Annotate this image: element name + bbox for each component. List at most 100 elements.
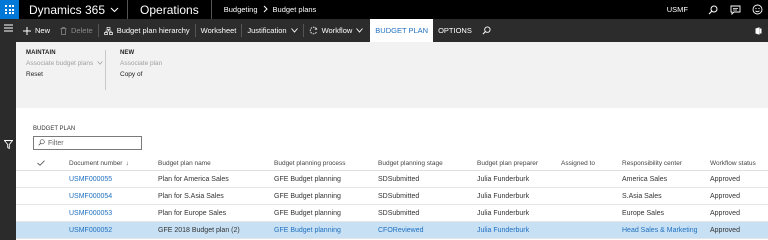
workflow-status-cell: Approved (710, 226, 740, 234)
workflow-icon (309, 26, 318, 35)
column-header-planning-process[interactable]: Budget planning process (274, 156, 346, 170)
maintain-group-title: MAINTAIN (26, 50, 56, 56)
workflow-status-cell: Approved (710, 192, 740, 200)
planning-stage-cell: SDSubmitted (378, 192, 420, 200)
new-group: NEW Associate plan Copy of (120, 50, 162, 82)
breadcrumb: Budgeting Budget plans (212, 5, 317, 15)
column-header-preparer[interactable]: Budget plan preparer (477, 156, 538, 170)
column-header-planning-stage[interactable]: Budget planning stage (378, 156, 443, 170)
responsibility-center-cell: America Sales (622, 175, 668, 183)
new-button[interactable]: New (16, 19, 55, 42)
ribbon-panel: MAINTAIN Associate budget plans Reset NE… (16, 42, 768, 108)
worksheet-button[interactable]: Worksheet (196, 19, 242, 42)
action-pane: New Delete Budget plan hierarchy Workshe… (16, 19, 768, 42)
justification-label: Justification (247, 26, 287, 35)
filter-icon[interactable] (0, 135, 16, 153)
planning-stage-cell: SDSubmitted (378, 175, 420, 183)
filter-input[interactable]: Filter (33, 136, 142, 150)
plan-name-cell: Plan for Europe Sales (158, 209, 227, 217)
planning-process-cell: GFE Budget planning (274, 226, 341, 234)
office-icon[interactable] (755, 26, 768, 35)
app-switcher[interactable]: Dynamics 365 (19, 0, 129, 19)
planning-stage-cell: CFOReviewed (378, 226, 424, 234)
responsibility-center-cell: Europe Sales (622, 209, 665, 217)
smiley-icon[interactable] (746, 0, 768, 19)
justification-menu-button[interactable]: Justification (242, 19, 302, 42)
filter-placeholder: Filter (48, 139, 64, 147)
plan-name-cell: Plan for America Sales (158, 175, 229, 183)
column-header-workflow-status[interactable]: Workflow status (710, 156, 756, 170)
chevron-down-icon (110, 5, 119, 15)
search-icon[interactable] (477, 19, 496, 42)
search-icon (38, 138, 45, 148)
breadcrumb-item-budget-plans[interactable]: Budget plans (273, 5, 317, 14)
sort-descending-icon: ↓ (125, 159, 129, 167)
planning-process-cell: GFE Budget planning (274, 192, 341, 200)
copy-of-button[interactable]: Copy of (120, 71, 162, 78)
chevron-down-icon (290, 28, 298, 33)
waffle-icon[interactable] (0, 0, 19, 19)
reset-button[interactable]: Reset (26, 71, 103, 78)
document-number-link[interactable]: USMF000053 (69, 205, 112, 221)
column-header-plan-name[interactable]: Budget plan name (158, 156, 211, 170)
new-button-label: New (35, 26, 51, 35)
module-name[interactable]: Operations (128, 0, 212, 19)
search-icon[interactable] (702, 0, 724, 19)
chevron-down-icon (97, 61, 103, 65)
tab-options-label: OPTIONS (438, 26, 472, 35)
trash-icon (60, 26, 67, 35)
preparer-cell: Julia Funderburk (477, 226, 530, 234)
plan-name-cell: GFE 2018 Budget plan (2) (158, 226, 240, 234)
plus-icon (23, 26, 31, 35)
planning-stage-cell: SDSubmitted (378, 209, 420, 217)
budget-plan-hierarchy-button[interactable]: Budget plan hierarchy (99, 19, 195, 42)
grid-header-row: Document number ↓ Budget plan name Budge… (16, 156, 768, 171)
worksheet-label: Worksheet (200, 26, 237, 35)
select-all-checkmark-icon[interactable] (34, 156, 48, 170)
section-label: BUDGET PLAN (33, 126, 76, 132)
group-divider (105, 50, 106, 90)
column-header-document-number[interactable]: Document number ↓ (69, 156, 129, 170)
chevron-right-icon (263, 5, 268, 15)
column-header-assigned-to[interactable]: Assigned to (561, 156, 595, 170)
chevron-down-icon (356, 28, 364, 33)
workflow-status-cell: Approved (710, 175, 740, 183)
message-icon[interactable] (724, 0, 746, 19)
table-row[interactable]: USMF000053 Plan for Europe Sales GFE Bud… (16, 205, 768, 222)
planning-process-cell: GFE Budget planning (274, 175, 341, 183)
preparer-cell: Julia Funderburk (477, 175, 530, 183)
left-navigation-rail (0, 19, 16, 240)
app-name: Dynamics 365 (29, 2, 106, 17)
column-header-responsibility-center[interactable]: Responsibility center (622, 156, 682, 170)
plan-name-cell: Plan for S.Asia Sales (158, 192, 224, 200)
document-number-link[interactable]: USMF000054 (69, 188, 112, 204)
budget-plan-list-page: BUDGET PLAN Filter Document number ↓ Bud… (16, 108, 768, 240)
company-picker[interactable]: USMF (667, 5, 688, 14)
hierarchy-label: Budget plan hierarchy (116, 26, 190, 35)
column-header-label: Document number (69, 159, 123, 167)
associate-budget-plans-label: Associate budget plans (26, 60, 94, 67)
tab-options[interactable]: OPTIONS (433, 19, 477, 42)
top-navigation-bar: Dynamics 365 Operations Budgeting Budget… (0, 0, 768, 19)
associate-plan-button[interactable]: Associate plan (120, 60, 162, 67)
table-row-selected[interactable]: USMF000052 GFE 2018 Budget plan (2) GFE … (16, 222, 768, 239)
maintain-group: MAINTAIN Associate budget plans Reset (26, 50, 103, 82)
associate-budget-plans-button[interactable]: Associate budget plans (26, 60, 103, 67)
delete-button-label: Delete (71, 26, 93, 35)
new-group-title: NEW (120, 50, 135, 56)
workflow-menu-button[interactable]: Workflow (304, 19, 369, 42)
delete-button[interactable]: Delete (55, 19, 98, 42)
budget-plan-grid: Document number ↓ Budget plan name Budge… (16, 156, 768, 239)
workflow-status-cell: Approved (710, 209, 740, 217)
table-row[interactable]: USMF000055 Plan for America Sales GFE Bu… (16, 171, 768, 188)
document-number-link[interactable]: USMF000055 (69, 171, 112, 187)
responsibility-center-cell: S.Asia Sales (622, 192, 662, 200)
tab-budget-plan[interactable]: BUDGET PLAN (370, 19, 434, 42)
preparer-cell: Julia Funderburk (477, 192, 530, 200)
table-row[interactable]: USMF000054 Plan for S.Asia Sales GFE Bud… (16, 188, 768, 205)
breadcrumb-item-budgeting[interactable]: Budgeting (224, 5, 258, 14)
responsibility-center-cell: Head Sales & Marketing (622, 226, 698, 234)
document-number-link[interactable]: USMF000052 (69, 222, 112, 238)
workflow-label: Workflow (321, 26, 353, 35)
hamburger-menu-icon[interactable] (0, 19, 16, 37)
